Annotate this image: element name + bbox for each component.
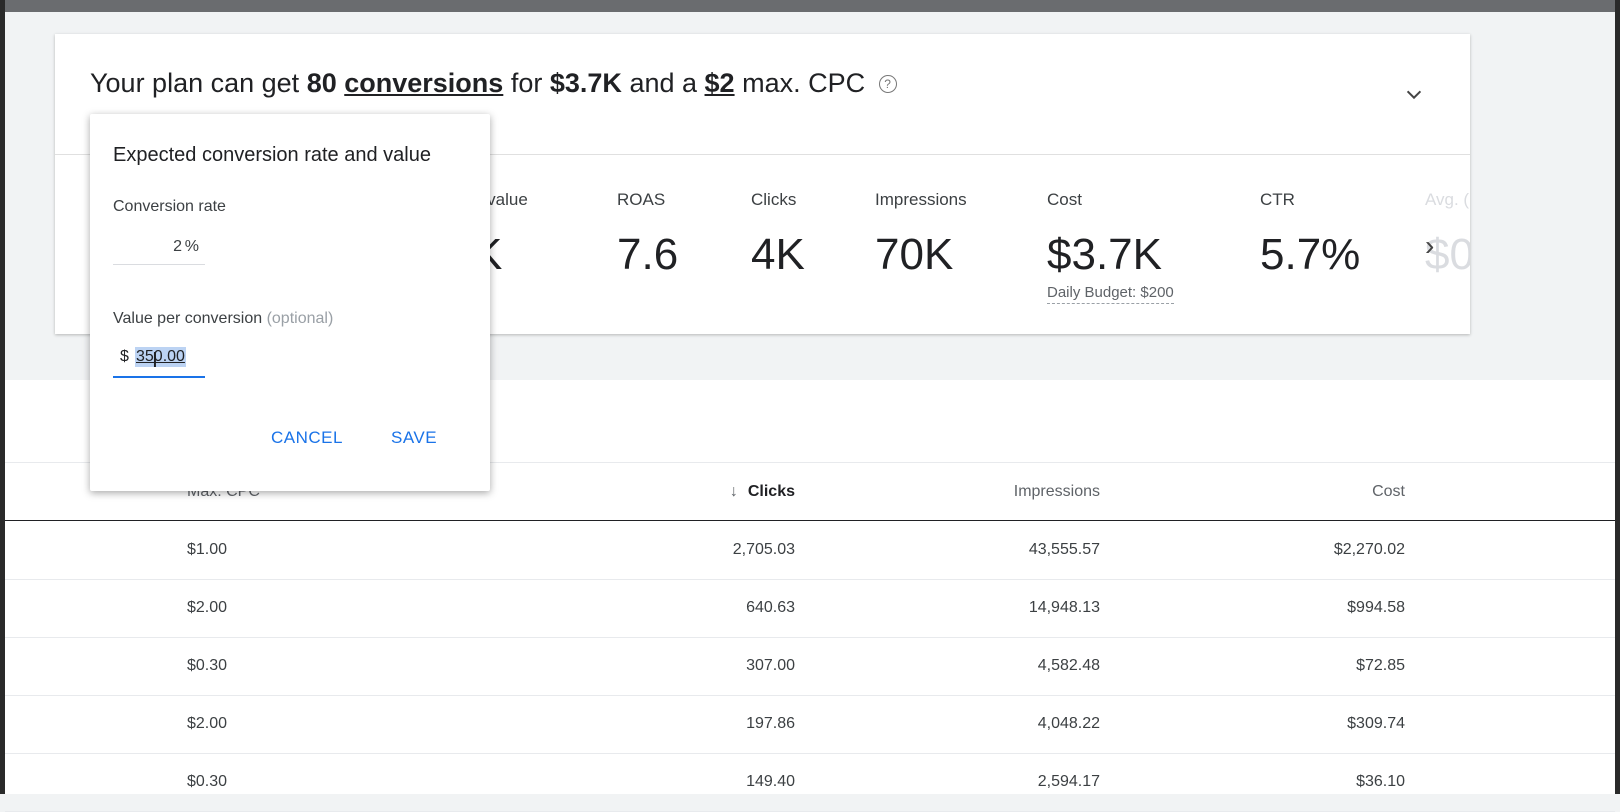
cell-max-cpc: $2.00 (187, 599, 228, 616)
conversion-rate-label: Conversion rate (113, 198, 226, 215)
conversion-settings-dialog: Expected conversion rate and value Conve… (90, 114, 490, 491)
conversion-rate-value: 2 (173, 238, 182, 255)
optional-hint: (optional) (266, 310, 334, 327)
headline-cost: $3.7K (549, 68, 622, 98)
daily-budget-link[interactable]: Daily Budget: $200 (1047, 284, 1174, 304)
metric-label: Impressions (875, 190, 967, 209)
sort-down-icon: ↓ (729, 483, 738, 500)
cell-max-cpc: $2.00 (187, 715, 228, 732)
metric-label: Cost (1047, 190, 1082, 209)
metric-value: $3.7K (1047, 230, 1162, 279)
metric-value: 5.7% (1260, 230, 1361, 279)
metric-cost[interactable]: Cost $3.7K Daily Budget: $200 (1047, 190, 1174, 304)
column-header-clicks[interactable]: ↓ Clicks (730, 483, 795, 501)
cell-clicks: 2,705.03 (732, 541, 795, 558)
cell-clicks: 640.63 (746, 599, 795, 616)
cell-impressions: 2,594.17 (1037, 773, 1100, 790)
headline-suffix: max. CPC (742, 68, 866, 98)
cell-cost: $2,270.02 (1333, 541, 1405, 558)
cell-impressions: 4,582.48 (1037, 657, 1100, 674)
table-row[interactable]: $0.30 307.00 4,582.48 $72.85 (5, 637, 1615, 696)
cell-cost: $36.10 (1356, 773, 1405, 790)
cell-clicks: 307.00 (746, 657, 795, 674)
metric-value: 70K (875, 230, 954, 279)
value-per-conversion-label: Value per conversion (optional) (113, 310, 333, 328)
metric-value: 7.6 (617, 230, 679, 279)
cell-max-cpc: $0.30 (187, 657, 228, 674)
cell-impressions: 43,555.57 (1028, 541, 1100, 558)
table-row[interactable]: $2.00 197.86 4,048.22 $309.74 (5, 695, 1615, 754)
conversion-rate-input[interactable]: 2 % (113, 232, 205, 265)
cell-cost: $309.74 (1347, 715, 1405, 732)
help-icon[interactable]: ? (878, 75, 897, 93)
metric-impressions[interactable]: Impressions 70K (875, 190, 967, 280)
metric-label: Clicks (751, 190, 797, 209)
cancel-button[interactable]: CANCEL (271, 428, 343, 448)
chevron-down-icon[interactable] (1403, 84, 1425, 106)
headline-prefix: Your plan can get (90, 68, 300, 98)
headline-and-a: and a (629, 68, 698, 98)
column-header-label: Clicks (747, 483, 795, 500)
headline-for: for (510, 68, 543, 98)
value-selected-text: 350.00 (135, 347, 186, 367)
text-cursor-icon: I (152, 348, 158, 372)
column-header-cost[interactable]: Cost (1372, 483, 1405, 501)
cell-impressions: 14,948.13 (1028, 599, 1100, 616)
metric-value: 4K (751, 230, 805, 279)
value-per-conversion-input[interactable]: $ 350.00 (113, 342, 205, 378)
metric-label: Avg. ( (1425, 190, 1470, 209)
max-cpc-link[interactable]: $2 (705, 68, 735, 98)
metric-label: CTR (1260, 190, 1295, 209)
value-label-text: Value per conversion (113, 310, 263, 327)
window-top-bar (0, 0, 1620, 12)
table-row[interactable]: $2.00 640.63 14,948.13 $994.58 (5, 579, 1615, 638)
plan-headline: Your plan can get 80 conversions for $3.… (90, 68, 897, 99)
metric-label: ROAS (617, 190, 666, 209)
percent-suffix: % (184, 238, 199, 255)
cell-cost: $72.85 (1356, 657, 1405, 674)
headline-conversions-count: 80 (306, 68, 337, 98)
cell-max-cpc: $0.30 (187, 773, 228, 790)
table-row[interactable]: $0.30 149.40 2,594.17 $36.10 (5, 753, 1615, 812)
column-header-impressions[interactable]: Impressions (1014, 483, 1100, 501)
chevron-right-icon[interactable]: › (1425, 230, 1434, 262)
cell-max-cpc: $1.00 (187, 541, 228, 558)
cell-impressions: 4,048.22 (1037, 715, 1100, 732)
cell-clicks: 197.86 (746, 715, 795, 732)
window-right-edge (1615, 0, 1620, 794)
table-row[interactable]: $1.00 2,705.03 43,555.57 $2,270.02 (5, 521, 1615, 580)
cell-clicks: 149.40 (746, 773, 795, 790)
conversions-link[interactable]: conversions (344, 68, 503, 98)
metric-ctr[interactable]: CTR 5.7% (1260, 190, 1360, 280)
metric-roas[interactable]: ROAS 7.6 (617, 190, 678, 280)
currency-prefix: $ (120, 348, 129, 365)
metric-clicks[interactable]: Clicks 4K (751, 190, 805, 280)
cell-cost: $994.58 (1347, 599, 1405, 616)
dialog-title: Expected conversion rate and value (113, 144, 431, 166)
save-button[interactable]: SAVE (391, 428, 437, 448)
